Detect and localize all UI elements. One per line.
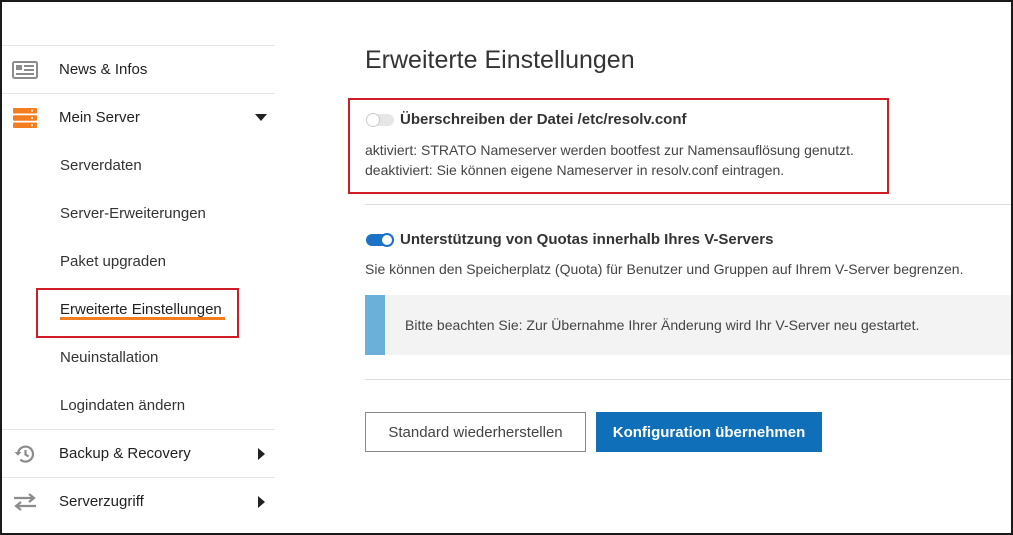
sidebar-item-mein-server[interactable]: Mein Server [2,93,275,141]
toggle-knob [366,113,380,127]
highlight-box [36,288,239,338]
quota-description: Sie können den Speicherplatz (Quota) für… [365,261,964,277]
sidebar-item-label: Mein Server [59,109,140,126]
resolv-conf-toggle[interactable] [366,113,394,127]
quota-title: Unterstützung von Quotas innerhalb Ihres… [400,231,774,248]
sidebar-subitem-label: Neuinstallation [60,348,159,366]
restart-notice: Bitte beachten Sie: Zur Übernahme Ihrer … [365,295,1011,355]
resolv-conf-desc-enabled: aktiviert: STRATO Nameserver werden boot… [365,142,854,158]
sidebar-subitem-server-erweiterungen[interactable]: Server-Erweiterungen [2,189,275,237]
sidebar: News & Infos Mein Server Serverdaten Ser… [2,45,275,525]
sidebar-subitem-paket-upgraden[interactable]: Paket upgraden [2,237,275,285]
sidebar-subitem-logindaten-aendern[interactable]: Logindaten ändern [2,381,275,429]
sidebar-item-label: News & Infos [59,61,148,78]
resolv-conf-title: Überschreiben der Datei /etc/resolv.conf [400,111,687,128]
chevron-down-icon [255,114,267,121]
toggle-knob [380,233,394,247]
sidebar-item-backup-recovery[interactable]: Backup & Recovery [2,429,275,477]
transfer-icon [14,493,36,511]
sidebar-subitem-label: Server-Erweiterungen [60,204,206,222]
history-icon [14,445,35,463]
reset-defaults-button[interactable]: Standard wiederherstellen [365,412,586,452]
divider [365,379,1011,380]
notice-message: Bitte beachten Sie: Zur Übernahme Ihrer … [405,317,920,333]
divider [365,204,1011,205]
server-icon [13,108,37,128]
sidebar-item-label: Backup & Recovery [59,445,191,462]
resolv-conf-desc-disabled: deaktiviert: Sie können eigene Nameserve… [365,162,785,178]
chevron-right-icon [258,448,265,460]
chevron-right-icon [258,496,265,508]
sidebar-item-serverzugriff[interactable]: Serverzugriff [2,477,275,525]
sidebar-subitem-label: Logindaten ändern [60,396,186,414]
sidebar-item-news[interactable]: News & Infos [2,45,275,93]
page-title: Erweiterte Einstellungen [365,46,635,74]
sidebar-item-label: Serverzugriff [59,493,144,510]
sidebar-subitem-label: Paket upgraden [60,252,166,270]
news-icon [12,61,38,79]
sidebar-subitem-neuinstallation[interactable]: Neuinstallation [2,333,275,381]
notice-accent-bar [365,295,385,355]
quota-toggle[interactable] [366,233,394,247]
sidebar-subitem-serverdaten[interactable]: Serverdaten [2,141,275,189]
sidebar-subitem-label: Serverdaten [60,156,142,174]
apply-configuration-button[interactable]: Konfiguration übernehmen [596,412,822,452]
